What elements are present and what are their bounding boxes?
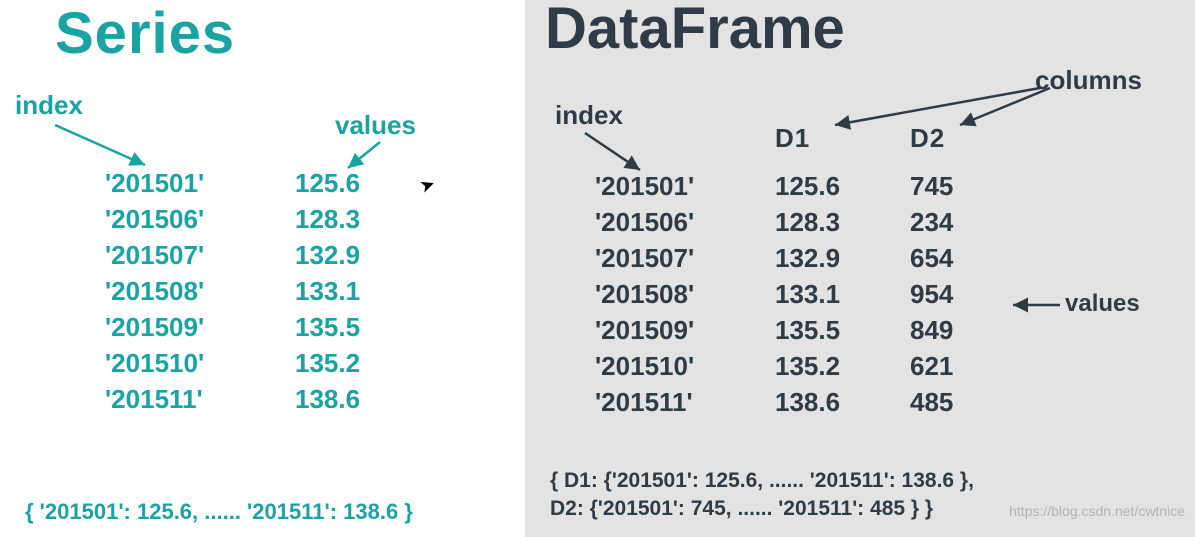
table-row: '201507'132.9 — [105, 237, 405, 273]
cell-value: 135.2 — [295, 345, 405, 381]
cell-index: '201509' — [595, 312, 775, 348]
cell-d1: 125.6 — [775, 168, 910, 204]
cell-d2: 954 — [910, 276, 1000, 312]
table-row: '201509'135.5 — [105, 309, 405, 345]
cell-d1: 128.3 — [775, 204, 910, 240]
cell-d1: 135.2 — [775, 348, 910, 384]
dataframe-dict-repr: { D1: {'201501': 125.6, ...... '201511':… — [550, 467, 974, 523]
cell-d2: 849 — [910, 312, 1000, 348]
table-row: '201509'135.5849 — [595, 312, 1000, 348]
cell-value: 125.6 — [295, 165, 405, 201]
dict-line: { D1: {'201501': 125.6, ...... '201511':… — [550, 467, 974, 495]
cell-index: '201501' — [595, 168, 775, 204]
dataframe-title: DataFrame — [545, 0, 845, 62]
series-index-label: index — [15, 90, 83, 121]
table-row: '201507'132.9654 — [595, 240, 1000, 276]
cell-index: '201507' — [595, 240, 775, 276]
table-row: '201501'125.6745 — [595, 168, 1000, 204]
cell-d1: 135.5 — [775, 312, 910, 348]
table-row: '201508'133.1954 — [595, 276, 1000, 312]
table-row: '201510'135.2 — [105, 345, 405, 381]
cell-d2: 745 — [910, 168, 1000, 204]
table-row: '201511'138.6485 — [595, 384, 1000, 420]
series-table: '201501'125.6 '201506'128.3 '201507'132.… — [105, 165, 405, 417]
watermark: https://blog.csdn.net/cwtnice — [1009, 503, 1185, 519]
series-values-label: values — [335, 110, 416, 141]
cell-value: 135.5 — [295, 309, 405, 345]
table-row: '201506'128.3 — [105, 201, 405, 237]
cell-index: '201511' — [595, 384, 775, 420]
cell-index: '201501' — [105, 165, 295, 201]
header-spacer — [595, 120, 775, 156]
header-d2: D2 — [910, 120, 1000, 156]
dataframe-table: D1 D2 '201501'125.6745 '201506'128.3234 … — [595, 120, 1000, 420]
cell-index: '201506' — [595, 204, 775, 240]
cell-value: 132.9 — [295, 237, 405, 273]
cell-d1: 138.6 — [775, 384, 910, 420]
cell-d2: 654 — [910, 240, 1000, 276]
table-row: '201506'128.3234 — [595, 204, 1000, 240]
table-row: '201510'135.2621 — [595, 348, 1000, 384]
series-title: Series — [55, 0, 235, 67]
cell-d1: 133.1 — [775, 276, 910, 312]
cell-index: '201510' — [105, 345, 295, 381]
table-header-row: D1 D2 — [595, 120, 1000, 156]
cell-index: '201507' — [105, 237, 295, 273]
cell-d2: 234 — [910, 204, 1000, 240]
cell-index: '201508' — [595, 276, 775, 312]
table-row: '201501'125.6 — [105, 165, 405, 201]
cell-index: '201506' — [105, 201, 295, 237]
cell-value: 128.3 — [295, 201, 405, 237]
header-d1: D1 — [775, 120, 910, 156]
dataframe-panel: DataFrame index columns values D1 D2 '20… — [525, 0, 1195, 537]
arrow-icon — [1005, 295, 1065, 315]
cell-d2: 621 — [910, 348, 1000, 384]
cell-d1: 132.9 — [775, 240, 910, 276]
cell-d2: 485 — [910, 384, 1000, 420]
dataframe-values-label: values — [1065, 290, 1140, 318]
cell-value: 133.1 — [295, 273, 405, 309]
cell-value: 138.6 — [295, 381, 405, 417]
dict-line: D2: {'201501': 745, ...... '201511': 485… — [550, 495, 974, 523]
series-dict-repr: { '201501': 125.6, ...... '201511': 138.… — [25, 499, 413, 525]
mouse-cursor-icon: ➤ — [417, 173, 438, 198]
cell-index: '201510' — [595, 348, 775, 384]
series-panel: Series index values ➤ '201501'125.6 '201… — [0, 0, 525, 537]
cell-index: '201509' — [105, 309, 295, 345]
table-row: '201508'133.1 — [105, 273, 405, 309]
cell-index: '201511' — [105, 381, 295, 417]
table-row: '201511'138.6 — [105, 381, 405, 417]
cell-index: '201508' — [105, 273, 295, 309]
